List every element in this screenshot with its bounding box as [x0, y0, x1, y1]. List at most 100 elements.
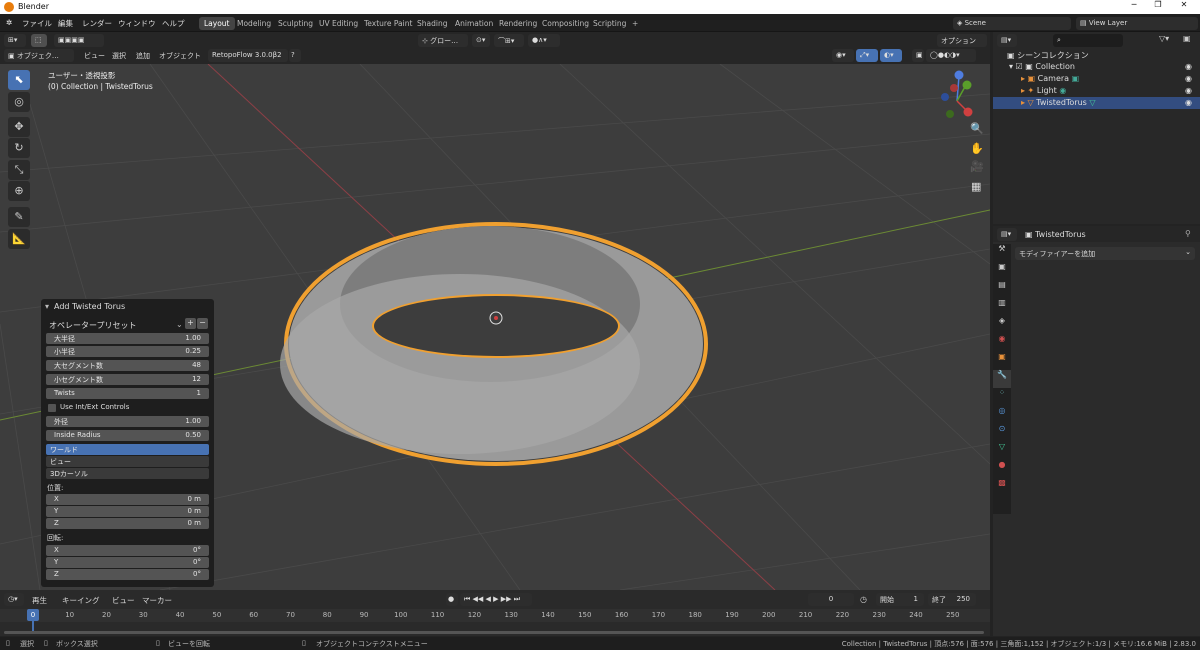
gizmo-toggle-icon[interactable]: ⤢▾ — [856, 49, 878, 62]
scene-collection-row[interactable]: ▣ シーンコレクション — [1007, 50, 1197, 61]
outer-radius-field[interactable]: 外径 1.00 — [46, 416, 209, 427]
tab-shading[interactable]: Shading — [412, 17, 452, 30]
align-world-option[interactable]: ワールド — [46, 444, 209, 455]
new-collection-icon[interactable]: ▣ — [1183, 34, 1191, 43]
pivot-dropdown[interactable]: ⊙▾ — [472, 34, 490, 47]
measure-tool-icon[interactable]: 📐 — [8, 229, 30, 249]
tab-uv-editing[interactable]: UV Editing — [314, 17, 363, 30]
annotate-tool-icon[interactable]: ✎ — [8, 207, 30, 227]
add-workspace-icon[interactable]: + — [627, 17, 643, 30]
remove-preset-button[interactable]: − — [197, 318, 208, 329]
inside-radius-field[interactable]: Inside Radius 0.50 — [46, 430, 209, 441]
tab-animation[interactable]: Animation — [450, 17, 498, 30]
menu-help[interactable]: ヘルプ — [162, 18, 185, 29]
operator-preset-label[interactable]: オペレータープリセット — [49, 320, 137, 331]
timeline-editor-type-icon[interactable]: ◷▾ — [4, 593, 24, 606]
menu-object[interactable]: オブジェクト — [155, 49, 205, 62]
tab-modeling[interactable]: Modeling — [232, 17, 276, 30]
tool-tab-icon[interactable]: ⚒ — [993, 244, 1011, 262]
transform-orientation-dropdown[interactable]: ⊹ グロー… — [418, 34, 468, 47]
timeline-scrollbar[interactable] — [4, 631, 984, 634]
outliner-row-camera[interactable]: ▸ ▣ Camera ▣ ◉ — [1021, 74, 1199, 83]
twists-field[interactable]: Twists 1 — [46, 388, 209, 399]
options-dropdown[interactable]: オプション — [937, 34, 987, 47]
outliner-row-collection[interactable]: ▾ ☑ ▣ Collection ◉ — [1009, 62, 1199, 71]
pin-icon[interactable]: ⚲ — [1185, 229, 1191, 238]
constraints-tab-icon[interactable]: ⊙ — [993, 424, 1011, 442]
pan-hand-icon[interactable]: ✋ — [970, 142, 984, 155]
modifier-tab-icon[interactable]: 🔧 — [993, 370, 1011, 388]
minimize-icon[interactable]: ─ — [1124, 0, 1144, 9]
timeline-menu-marker[interactable]: マーカー — [142, 595, 172, 606]
preset-dropdown-icon[interactable]: ⌄ — [176, 320, 183, 329]
world-tab-icon[interactable]: ◉ — [993, 334, 1011, 352]
rotation-z-field[interactable]: Z 0° — [46, 569, 209, 580]
align-3d-cursor-option[interactable]: 3Dカーソル — [46, 468, 209, 479]
tab-layout[interactable]: Layout — [199, 17, 235, 30]
object-tab-icon[interactable]: ▣ — [993, 352, 1011, 370]
record-button[interactable]: ● — [446, 593, 458, 606]
location-x-field[interactable]: X 0 m — [46, 494, 209, 505]
playback-controls[interactable]: ⏮ ◀◀ ◀ ▶ ▶▶ ⏭ — [460, 593, 532, 606]
retopoflow-menu[interactable]: RetopoFlow 3.0.0β2 — [208, 49, 288, 62]
tab-rendering[interactable]: Rendering — [494, 17, 542, 30]
camera-view-icon[interactable]: 🎥 — [970, 160, 984, 173]
data-tab-icon[interactable]: ▽ — [993, 442, 1011, 460]
snap-toggle-icon[interactable]: ⌒⊞▾ — [494, 34, 524, 47]
location-z-field[interactable]: Z 0 m — [46, 518, 209, 529]
help-icon[interactable]: ? — [289, 49, 301, 62]
material-tab-icon[interactable]: ● — [993, 460, 1011, 478]
minor-radius-field[interactable]: 小半径 0.25 — [46, 346, 209, 357]
use-int-ext-checkbox[interactable] — [48, 404, 56, 412]
menu-render[interactable]: レンダー — [82, 18, 112, 29]
major-radius-field[interactable]: 大半径 1.00 — [46, 333, 209, 344]
rotate-tool-icon[interactable]: ↻ — [8, 138, 30, 158]
proportional-edit-icon[interactable]: ●∧▾ — [528, 34, 560, 47]
panel-collapse-icon[interactable]: ▾ — [45, 302, 49, 311]
tab-sculpting[interactable]: Sculpting — [273, 17, 318, 30]
move-tool-icon[interactable]: ✥ — [8, 117, 30, 137]
maximize-icon[interactable]: ❐ — [1148, 0, 1168, 9]
outliner-editor-type-icon[interactable]: ▤▾ — [997, 34, 1017, 47]
view-layer-tab-icon[interactable]: ▥ — [993, 298, 1011, 316]
outliner-row-light[interactable]: ▸ ✦ Light ◉ ◉ — [1021, 86, 1199, 95]
scene-tab-icon[interactable]: ◈ — [993, 316, 1011, 334]
shading-modes-icon[interactable]: ◯●◐◑▾ — [926, 49, 976, 62]
minor-segments-field[interactable]: 小セグメント数 12 — [46, 374, 209, 385]
select-tool-icon[interactable]: ⬉ — [8, 70, 30, 90]
render-tab-icon[interactable]: ▣ — [993, 262, 1011, 280]
menu-window[interactable]: ウィンドウ — [118, 18, 156, 29]
add-modifier-dropdown[interactable]: モディファイアーを追加 ⌄ — [1015, 247, 1195, 260]
tweak-tool-icon[interactable]: ⬚ — [31, 34, 47, 47]
timeline-menu-keying[interactable]: キーイング — [62, 595, 100, 606]
scene-selector[interactable]: ◈ Scene — [953, 17, 1071, 30]
outliner-row-twistedtorus[interactable]: ▸ ▽ TwistedTorus ▽ ◉ — [993, 97, 1200, 109]
timeline-menu-playback[interactable]: 再生 — [32, 595, 47, 606]
rotation-y-field[interactable]: Y 0° — [46, 557, 209, 568]
visibility-icon[interactable]: ◉▾ — [832, 49, 854, 62]
mode-dropdown[interactable]: ▣ オブジェク… — [4, 49, 74, 62]
xray-icon[interactable]: ▣ — [912, 49, 924, 62]
tab-compositing[interactable]: Compositing — [537, 17, 594, 30]
location-y-field[interactable]: Y 0 m — [46, 506, 209, 517]
align-view-option[interactable]: ビュー — [46, 456, 209, 467]
menu-file[interactable]: ファイル — [22, 18, 52, 29]
cursor-tool-icon[interactable]: ◎ — [8, 92, 30, 112]
rotation-x-field[interactable]: X 0° — [46, 545, 209, 556]
start-frame-field[interactable]: 開始 1 — [876, 593, 924, 606]
timeline-menu-view[interactable]: ビュー — [112, 595, 135, 606]
add-preset-button[interactable]: + — [185, 318, 196, 329]
perspective-toggle-icon[interactable]: ▦ — [971, 180, 981, 193]
select-mode-icons[interactable]: ▣▣▣▣ — [54, 34, 104, 47]
menu-view[interactable]: ビュー — [80, 49, 109, 62]
view-layer-selector[interactable]: ▤ View Layer — [1076, 17, 1198, 30]
menu-add[interactable]: 追加 — [132, 49, 154, 62]
menu-select[interactable]: 選択 — [108, 49, 130, 62]
eye-icon[interactable]: ◉ — [1185, 86, 1192, 95]
scale-tool-icon[interactable]: ⤡ — [8, 160, 30, 180]
eye-icon[interactable]: ◉ — [1185, 98, 1192, 107]
overlay-toggle-icon[interactable]: ◐▾ — [880, 49, 902, 62]
menu-edit[interactable]: 編集 — [58, 18, 73, 29]
blender-menu-icon[interactable]: ✲ — [6, 18, 12, 27]
current-frame-field[interactable]: 0 — [808, 593, 854, 606]
